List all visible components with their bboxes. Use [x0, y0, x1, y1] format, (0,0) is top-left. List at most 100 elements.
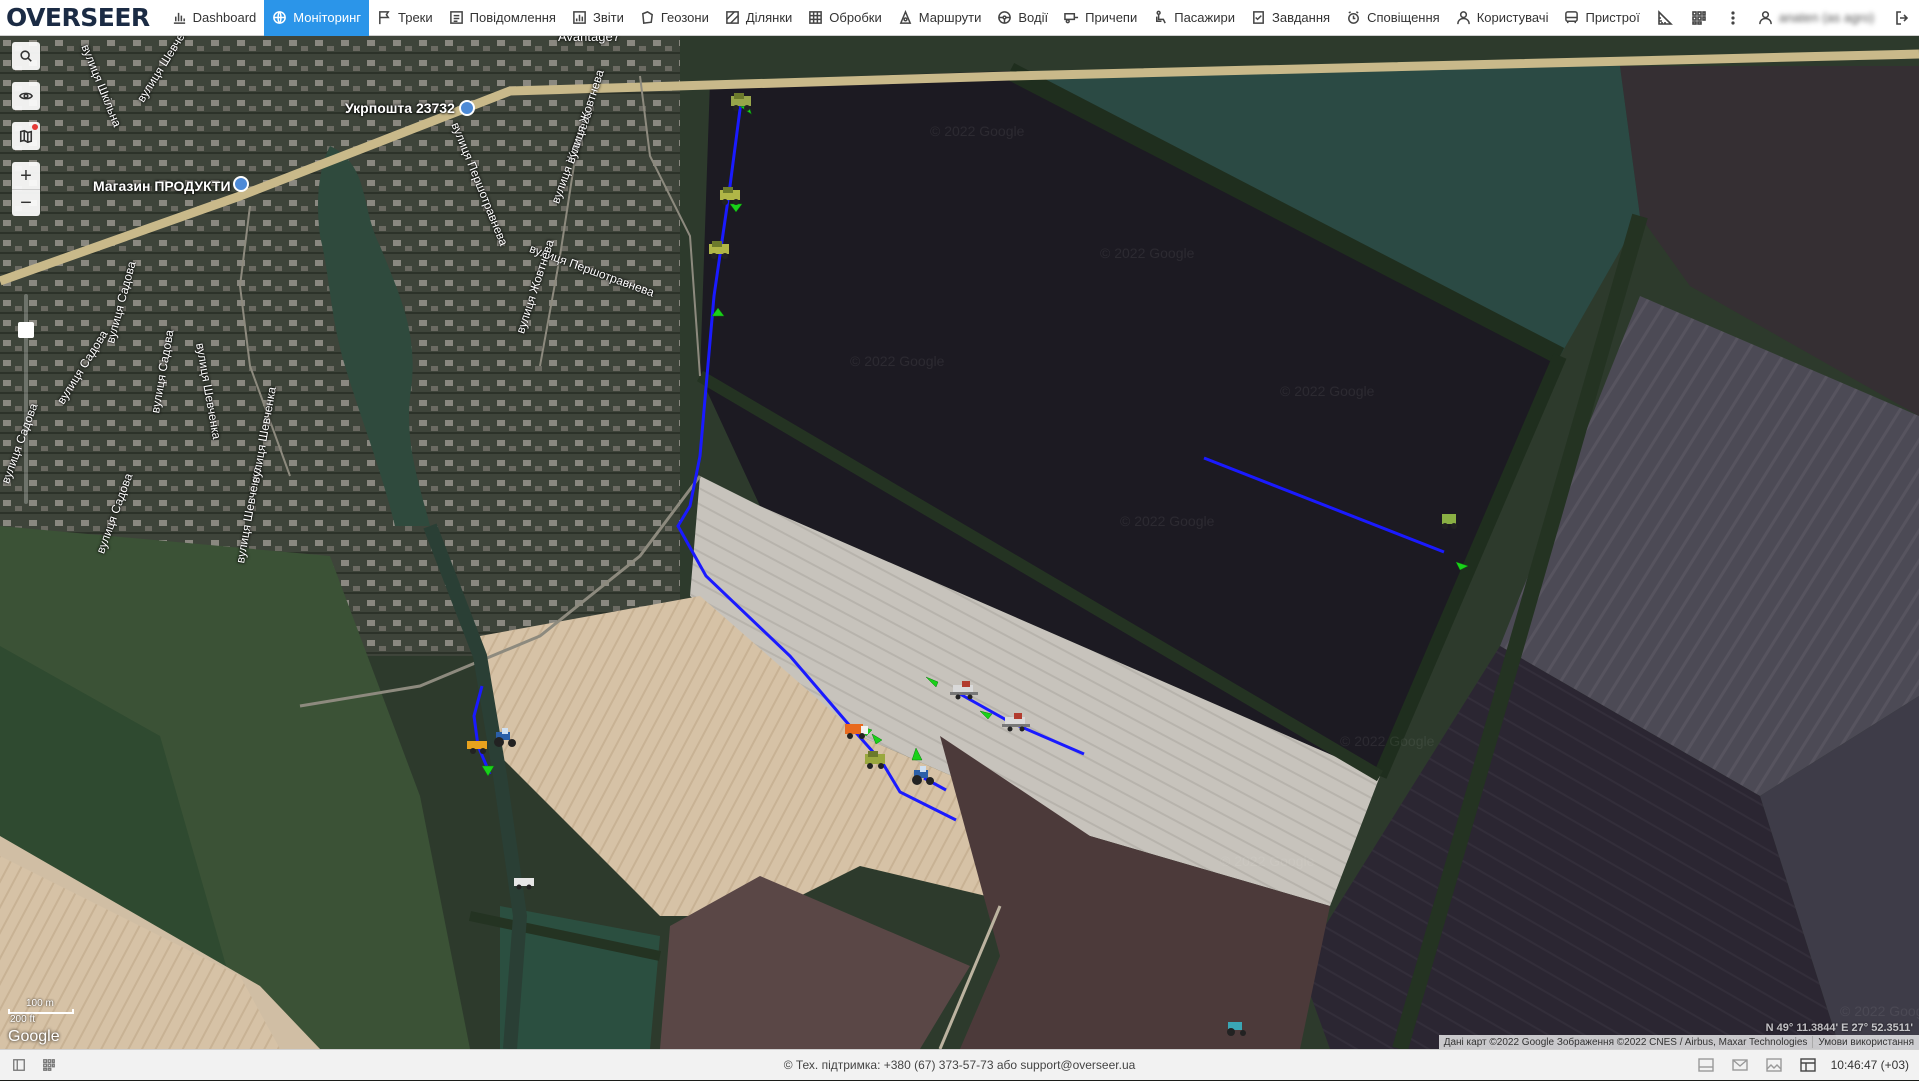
main-nav: Dashboard Моніторинг Треки Повідомлення … — [164, 0, 1750, 36]
cursor-coordinates: N 49° 11.3844' E 27° 52.3511' — [1765, 1022, 1913, 1034]
map-search-button[interactable] — [12, 42, 40, 70]
panel-toggle-button[interactable] — [8, 1054, 30, 1076]
nav-reports[interactable]: Звіти — [564, 0, 632, 36]
eye-icon — [19, 92, 33, 100]
search-icon — [20, 50, 32, 62]
nav-messages[interactable]: Повідомлення — [441, 0, 564, 36]
satellite-imagery: © 2022 Google © 2022 Google © 2022 Googl… — [0, 36, 1919, 1049]
terms-link[interactable]: Умови використання — [1813, 1037, 1919, 1048]
panel-icon — [13, 1059, 25, 1071]
trailer-icon — [1064, 13, 1079, 24]
chart-bar-icon — [173, 12, 185, 24]
vehicle-marker-sprayer[interactable] — [1436, 510, 1466, 530]
server-time: 10:46:47 (+03) — [1830, 1058, 1909, 1072]
nav-routes[interactable]: Маршрути — [890, 0, 990, 36]
scale-metric: 100 m — [26, 998, 54, 1009]
nav-geofences[interactable]: Геозони — [632, 0, 717, 36]
zoom-slider-handle[interactable] — [18, 322, 34, 338]
bus-icon — [1565, 11, 1579, 24]
logout-button[interactable] — [1885, 0, 1919, 36]
vehicle-marker-harvester[interactable] — [706, 240, 736, 260]
vehicle-marker-car[interactable] — [510, 872, 540, 892]
vehicle-marker-harvester[interactable] — [728, 92, 758, 112]
zoom-slider[interactable] — [12, 294, 40, 504]
footer-layout-button[interactable] — [1791, 1050, 1825, 1081]
nav-tracks[interactable]: Треки — [369, 0, 441, 36]
map-canvas[interactable]: © 2022 Google © 2022 Google © 2022 Googl… — [0, 36, 1919, 1049]
user-menu[interactable]: anaten (as agro) — [1750, 0, 1882, 36]
attribution-text: Дані карт ©2022 Google Зображення ©2022 … — [1443, 1036, 1808, 1048]
support-info: © Тех. підтримка: +380 (67) 373-57-73 аб… — [783, 1058, 1136, 1072]
top-navigation-bar: OVERSEER Dashboard Моніторинг Треки Пові… — [0, 0, 1919, 36]
nav-passengers[interactable]: Пасажири — [1145, 0, 1243, 36]
vehicle-marker-combine[interactable] — [950, 680, 980, 700]
nav-treatments[interactable]: Обробки — [800, 0, 889, 36]
user-name: anaten (as agro) — [1778, 10, 1875, 25]
svg-text:© 2022 Google: © 2022 Google — [1840, 1003, 1919, 1019]
apps-grid-icon — [1692, 10, 1706, 25]
alarm-icon — [1348, 11, 1359, 24]
svg-text:© 2022 Google: © 2022 Google — [1340, 733, 1435, 749]
more-vertical-icon — [1731, 10, 1735, 25]
user-icon — [1758, 11, 1772, 25]
geofence-icon — [641, 11, 653, 24]
place-label-avantage: Avantage7 — [558, 36, 620, 44]
report-icon — [573, 11, 586, 24]
status-bar: © Тех. підтримка: +380 (67) 373-57-73 аб… — [0, 1049, 1919, 1080]
vehicle-marker-tractor[interactable] — [1222, 1018, 1252, 1038]
route-icon — [899, 10, 912, 24]
vehicle-marker-tractor[interactable] — [908, 766, 938, 786]
svg-text:© 2022 Google: © 2022 Google — [1120, 513, 1215, 529]
nav-tasks[interactable]: Завдання — [1243, 0, 1338, 36]
nav-devices[interactable]: Пристрої — [1556, 0, 1647, 36]
ruler-icon — [1658, 9, 1673, 25]
app-logo[interactable]: OVERSEER — [0, 0, 164, 36]
nav-monitoring[interactable]: Моніторинг — [264, 0, 370, 36]
zoom-in-button[interactable]: + — [12, 162, 40, 189]
nav-apps[interactable] — [1682, 0, 1716, 36]
svg-text:© 2022 Google: © 2022 Google — [930, 123, 1025, 139]
field-icon — [725, 11, 739, 24]
nav-notifications[interactable]: Сповіщення — [1338, 0, 1448, 36]
nav-dashboard[interactable]: Dashboard — [164, 0, 265, 36]
place-label-ukrposhta[interactable]: Укрпошта 23732 — [345, 100, 455, 116]
footer-left-tools — [0, 1054, 68, 1076]
place-label-shop[interactable]: Магазин ПРОДУКТИ — [93, 178, 231, 194]
nav-trailers[interactable]: Причепи — [1056, 0, 1145, 36]
shop-pin-icon[interactable] — [233, 176, 249, 192]
map-visibility-button[interactable] — [12, 82, 40, 110]
vehicle-marker-harvester[interactable] — [717, 186, 747, 206]
nav-more[interactable] — [1716, 0, 1750, 36]
svg-text:© 2022 Google: © 2022 Google — [1100, 245, 1195, 261]
user-icon — [1456, 11, 1470, 25]
flag-icon — [379, 11, 390, 25]
grid-icon — [809, 11, 823, 24]
zoom-out-button[interactable]: − — [12, 189, 40, 216]
post-office-pin-icon[interactable] — [459, 100, 475, 116]
vehicle-marker-tractor[interactable] — [490, 728, 520, 748]
vehicle-marker-combine[interactable] — [1002, 712, 1032, 732]
vehicle-marker-harvester[interactable] — [862, 750, 892, 770]
svg-text:© 2022 Google: © 2022 Google — [1280, 383, 1375, 399]
nav-users[interactable]: Користувачі — [1448, 0, 1557, 36]
footer-window-button[interactable] — [1689, 1050, 1723, 1081]
zoom-controls: + − — [12, 162, 40, 216]
vehicle-marker-loader[interactable] — [464, 736, 494, 756]
nav-drivers[interactable]: Водії — [989, 0, 1056, 36]
scale-imperial: 200 ft — [10, 1014, 36, 1025]
footer-image-button[interactable] — [1757, 1050, 1791, 1081]
passenger-icon — [1156, 10, 1167, 24]
task-icon — [1253, 11, 1264, 24]
footer-right-tools: 10:46:47 (+03) — [1689, 1050, 1919, 1081]
nav-measure-tool[interactable] — [1648, 0, 1682, 36]
window-icon — [1697, 1058, 1714, 1072]
nav-fields[interactable]: Ділянки — [717, 0, 800, 36]
map-layers-button[interactable] — [12, 122, 40, 150]
google-logo[interactable]: Google — [8, 1028, 60, 1046]
layout-icon — [1799, 1058, 1816, 1072]
logout-icon — [1896, 10, 1909, 25]
vehicle-marker-truck[interactable] — [842, 720, 872, 740]
footer-mail-button[interactable] — [1723, 1050, 1757, 1081]
grid-view-button[interactable] — [38, 1054, 60, 1076]
map-attribution: Дані карт ©2022 Google Зображення ©2022 … — [1438, 1035, 1919, 1049]
